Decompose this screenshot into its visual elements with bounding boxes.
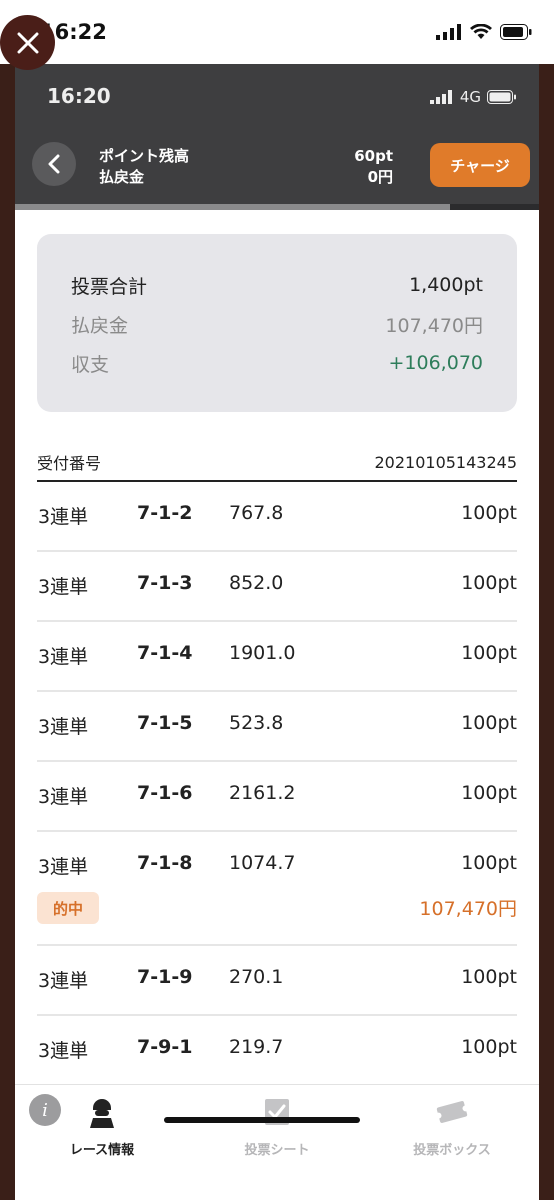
- nav-label-race-info: レース情報: [69, 1143, 135, 1158]
- network-type: 4G: [459, 88, 481, 106]
- bet-list: 3連単 7-1-2 767.8 100pt 3連単 7-1-3 852.0 10…: [37, 482, 517, 1086]
- bet-amount: 100pt: [461, 1036, 517, 1058]
- point-balance-value: 60pt: [354, 147, 393, 165]
- balance-labels: ポイント残高 払戻金: [99, 146, 189, 188]
- bet-type: 3連単: [38, 970, 89, 992]
- nav-vote-sheet[interactable]: 投票シート: [202, 1095, 352, 1158]
- total-label: 投票合計: [71, 275, 148, 298]
- home-indicator[interactable]: [164, 1117, 360, 1123]
- bottom-navigation: i レース情報 投票シート 投票ボックス: [15, 1084, 539, 1200]
- battery-icon: [500, 24, 532, 40]
- bet-type: 3連単: [38, 716, 89, 738]
- nav-race-info[interactable]: レース情報: [27, 1095, 177, 1158]
- bet-row: 3連単 7-1-9 270.1 100pt: [37, 946, 517, 1016]
- progress-fill: [15, 204, 450, 210]
- bet-odds: 2161.2: [229, 782, 296, 804]
- bet-row: 3連単 7-1-6 2161.2 100pt: [37, 762, 517, 832]
- bet-type: 3連単: [38, 506, 89, 528]
- bet-odds: 852.0: [229, 572, 284, 594]
- bet-odds: 523.8: [229, 712, 284, 734]
- jockey-icon: [90, 1099, 114, 1128]
- bet-amount: 100pt: [461, 966, 517, 988]
- wifi-icon: [470, 24, 492, 39]
- refund-value: 0円: [367, 168, 393, 186]
- signal-icon: [429, 90, 452, 104]
- refund-label: 払戻金: [99, 168, 145, 186]
- bet-odds: 219.7: [229, 1036, 284, 1058]
- bet-amount: 100pt: [461, 782, 517, 804]
- summary-refund-label: 払戻金: [71, 314, 129, 337]
- bet-combination: 7-1-8: [137, 852, 193, 874]
- bet-type: 3連単: [38, 646, 89, 668]
- summary-total-row: 投票合計 1,400pt: [71, 270, 483, 300]
- bet-combination: 7-1-4: [137, 642, 193, 664]
- summary-refund-row: 払戻金 107,470円: [71, 309, 483, 339]
- summary-balance-row: 収支 +106,070: [71, 348, 483, 378]
- vote-summary-card: 投票合計 1,400pt 払戻金 107,470円 収支 +106,070: [37, 234, 517, 412]
- device-status-icons: [436, 22, 532, 42]
- receipt-label: 受付番号: [37, 454, 102, 473]
- bet-combination: 7-1-6: [137, 782, 193, 804]
- bet-combination: 7-1-2: [137, 502, 193, 524]
- bet-row: 3連単 7-1-4 1901.0 100pt: [37, 622, 517, 692]
- inner-status-icons: 4G: [429, 88, 517, 106]
- bet-amount: 100pt: [461, 502, 517, 524]
- bet-type: 3連単: [38, 1040, 89, 1062]
- chevron-left-icon: [48, 154, 60, 174]
- summary-refund-value: 107,470円: [385, 314, 483, 337]
- bet-amount: 100pt: [461, 572, 517, 594]
- bet-amount: 100pt: [461, 852, 517, 874]
- bet-type: 3連単: [38, 576, 89, 598]
- payout-amount: 107,470円: [419, 898, 517, 920]
- app-header: 16:20 4G ポイント残高 払戻金 60pt 0円 チャージ: [15, 64, 539, 210]
- point-balance-label: ポイント残高: [99, 147, 190, 165]
- nav-label-vote-box: 投票ボックス: [413, 1143, 491, 1158]
- bet-combination: 7-1-5: [137, 712, 193, 734]
- bet-odds: 767.8: [229, 502, 284, 524]
- progress-bar: [15, 204, 539, 210]
- hit-badge: 的中: [37, 892, 99, 924]
- back-button[interactable]: [32, 142, 76, 186]
- nav-label-vote-sheet: 投票シート: [244, 1143, 310, 1158]
- charge-button[interactable]: チャージ: [430, 143, 530, 187]
- ticket-icon: [435, 1101, 469, 1123]
- bet-combination: 7-9-1: [137, 1036, 193, 1058]
- receipt-number-row: 受付番号 20210105143245: [37, 444, 517, 480]
- bet-row-hit: 3連単 7-1-8 1074.7 100pt 的中 107,470円: [37, 832, 517, 946]
- device-status-bar: 16:22: [0, 0, 554, 64]
- device-frame-left: [0, 64, 15, 1200]
- close-button[interactable]: [0, 15, 55, 70]
- signal-icon: [436, 24, 461, 40]
- bet-row: 3連単 7-9-1 219.7 100pt: [37, 1016, 517, 1086]
- bet-odds: 1074.7: [229, 852, 296, 874]
- bet-amount: 100pt: [461, 712, 517, 734]
- battery-icon: [487, 90, 516, 104]
- total-value: 1,400pt: [409, 274, 483, 296]
- receipt-number: 20210105143245: [374, 452, 517, 472]
- bet-odds: 270.1: [229, 966, 284, 988]
- balance-values: 60pt 0円: [354, 146, 393, 188]
- inner-clock: 16:20: [47, 84, 111, 108]
- bet-type: 3連単: [38, 856, 89, 878]
- bet-combination: 7-1-9: [137, 966, 193, 988]
- balance-value: +106,070: [388, 352, 484, 374]
- close-icon: [17, 32, 38, 53]
- nav-vote-box[interactable]: 投票ボックス: [377, 1095, 527, 1158]
- bet-row: 3連単 7-1-5 523.8 100pt: [37, 692, 517, 762]
- bet-row: 3連単 7-1-2 767.8 100pt: [37, 482, 517, 552]
- balance-label: 収支: [71, 353, 110, 376]
- bet-odds: 1901.0: [229, 642, 296, 664]
- app-screen: 16:20 4G ポイント残高 払戻金 60pt 0円 チャージ 投票合計 1,…: [15, 64, 539, 1200]
- device-frame-right: [539, 64, 554, 1200]
- bet-row: 3連単 7-1-3 852.0 100pt: [37, 552, 517, 622]
- bet-amount: 100pt: [461, 642, 517, 664]
- bet-combination: 7-1-3: [137, 572, 193, 594]
- bet-type: 3連単: [38, 786, 89, 808]
